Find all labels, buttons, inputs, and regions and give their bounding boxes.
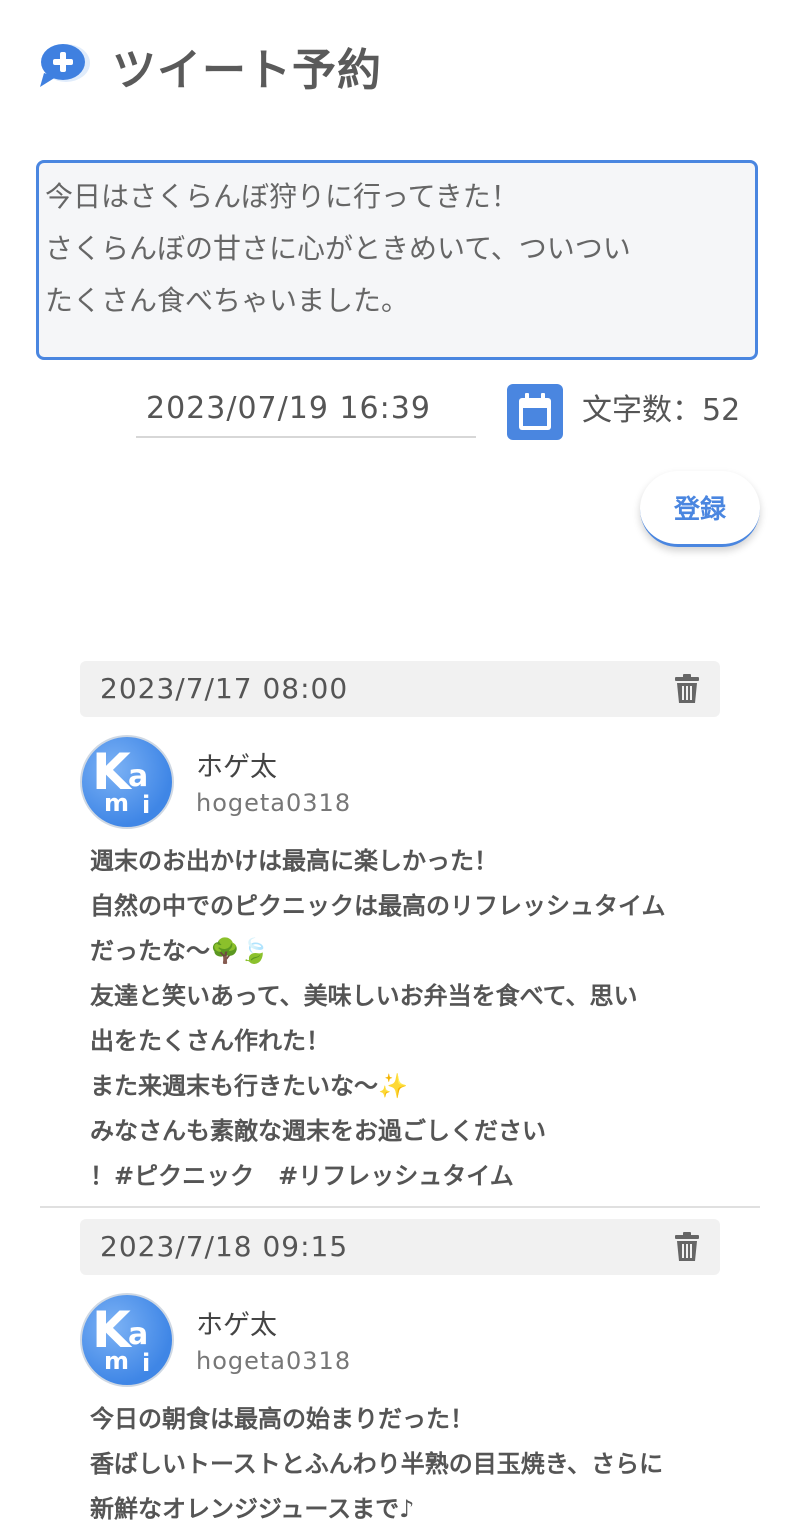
tweet-line: みなさんも素敵な週末をお過ごしください <box>90 1117 546 1145</box>
tweet-body: 週末のお出かけは最高に楽しかった！ 自然の中でのピクニックは最高のリフレッシュタ… <box>90 839 666 1199</box>
scheduled-tweet: 2023/7/17 08:00 Kami ホゲ太 hogeta0318 週末のお… <box>0 661 800 1201</box>
user-name: ホゲ太 <box>196 1310 277 1341</box>
tweet-line: 友達と笑いあって、美味しいお弁当を食べて、思い <box>90 982 638 1010</box>
tweet-line: 出をたくさん作れた！ <box>90 1027 330 1055</box>
calendar-button[interactable] <box>507 384 563 440</box>
tweet-header: 2023/7/17 08:00 <box>80 661 720 717</box>
tweet-line: 香ばしいトーストとふんわり半熟の目玉焼き、さらに <box>90 1450 664 1478</box>
compose-line: たくさん食べちゃいました。 <box>45 284 410 317</box>
char-count: 文字数：52 <box>582 393 741 428</box>
tweet-body: 今日の朝食は最高の始まりだった！ 香ばしいトーストとふんわり半熟の目玉焼き、さら… <box>90 1397 663 1532</box>
trash-icon[interactable] <box>674 1232 700 1262</box>
chat-plus-icon <box>40 44 90 87</box>
trash-icon[interactable] <box>674 674 700 704</box>
calendar-icon <box>519 393 551 430</box>
datetime-input[interactable]: 2023/07/19 16:39 <box>136 380 476 438</box>
tweet-line: また来週末も行きたいな〜✨ <box>90 1072 408 1100</box>
avatar: Kami <box>80 735 174 829</box>
scheduled-tweet: 2023/7/18 09:15 Kami ホゲ太 hogeta0318 今日の朝… <box>0 1219 800 1526</box>
avatar: Kami <box>80 1293 174 1387</box>
divider <box>40 1206 760 1208</box>
tweet-line: 今日の朝食は最高の始まりだった！ <box>90 1405 474 1433</box>
register-button[interactable]: 登録 <box>640 471 760 547</box>
tweet-date: 2023/7/17 08:00 <box>100 672 349 705</box>
tweet-line: ！#ピクニック #リフレッシュタイム <box>90 1162 514 1190</box>
user-handle: hogeta0318 <box>196 1347 352 1375</box>
tweet-line: 週末のお出かけは最高に楽しかった！ <box>90 847 498 875</box>
tweet-line: 自然の中でのピクニックは最高のリフレッシュタイム <box>90 892 666 920</box>
schedule-row: 2023/07/19 16:39 文字数：52 <box>0 380 800 442</box>
tweet-header: 2023/7/18 09:15 <box>80 1219 720 1275</box>
compose-line: 今日はさくらんぼ狩りに行ってきた！ <box>45 180 519 213</box>
tweet-line: だったな〜🌳🍃 <box>90 937 270 965</box>
compose-line: さくらんぼの甘さに心がときめいて、ついつい <box>45 232 631 265</box>
tweet-line: 新鮮なオレンジジュースまで♪ <box>90 1495 415 1523</box>
page-title: ツイート予約 <box>112 45 382 96</box>
tweet-date: 2023/7/18 09:15 <box>100 1230 349 1263</box>
page-header: ツイート予約 <box>38 38 382 96</box>
user-name: ホゲ太 <box>196 752 277 783</box>
user-handle: hogeta0318 <box>196 789 352 817</box>
tweet-compose-textarea[interactable]: 今日はさくらんぼ狩りに行ってきた！ さくらんぼの甘さに心がときめいて、ついつい … <box>36 160 758 360</box>
